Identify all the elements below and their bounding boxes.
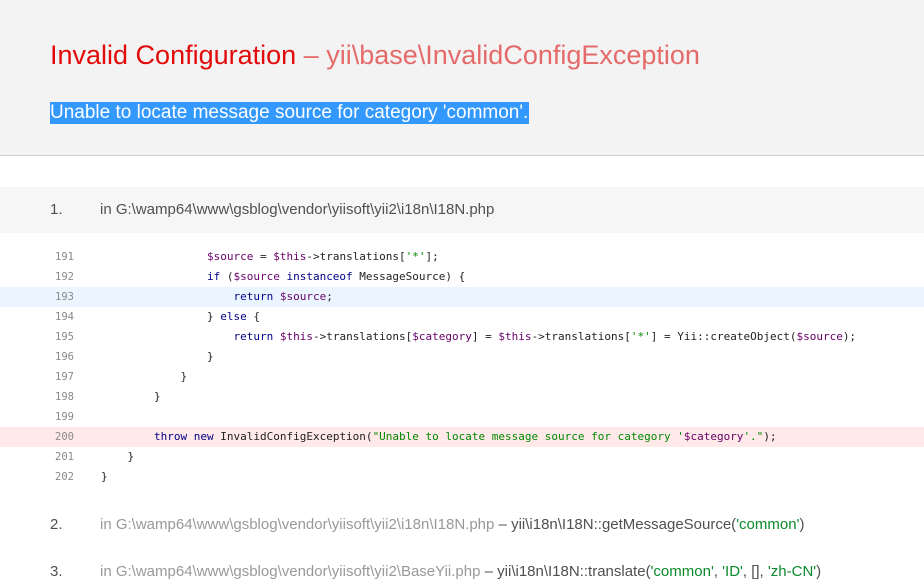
frame-number: 3. bbox=[50, 563, 63, 580]
line-number: 192 bbox=[55, 271, 74, 283]
line-number: 191 bbox=[55, 251, 74, 263]
line-source: } bbox=[101, 370, 188, 383]
frame-call: yii\i18n\I18N::getMessageSource( bbox=[511, 516, 737, 533]
frame-number: 2. bbox=[50, 516, 63, 533]
frame-call-close: ) bbox=[799, 516, 805, 533]
code-line: 199 bbox=[0, 407, 924, 427]
exception-class: yii\base\InvalidConfigException bbox=[326, 40, 700, 70]
line-number: 200 bbox=[55, 431, 74, 443]
line-source: } bbox=[101, 350, 214, 363]
error-message: Unable to locate message source for cate… bbox=[50, 102, 530, 124]
line-source: } else { bbox=[101, 310, 260, 323]
line-number: 196 bbox=[55, 351, 74, 363]
code-line-highlighted: 193 return $source; bbox=[0, 287, 924, 307]
code-line: 192 if ($source instanceof MessageSource… bbox=[0, 267, 924, 287]
frame-text: in G:\wamp64\www\gsblog\vendor\yiisoft\y… bbox=[100, 557, 821, 587]
call-stack-frame-1[interactable]: 1. in G:\wamp64\www\gsblog\vendor\yiisof… bbox=[0, 187, 924, 233]
error-header: Invalid Configuration – yii\base\Invalid… bbox=[0, 0, 924, 156]
frame-call: yii\i18n\I18N::translate( bbox=[497, 563, 651, 580]
code-line: 194 } else { bbox=[0, 307, 924, 327]
line-number: 194 bbox=[55, 311, 74, 323]
line-source: $source = $this->translations['*']; bbox=[206, 250, 439, 263]
frame-arg-separator: , [], bbox=[742, 563, 768, 580]
code-line-error: 200 throw new InvalidConfigException("Un… bbox=[0, 427, 924, 447]
code-line: 201 } bbox=[0, 447, 924, 467]
line-source: throw new InvalidConfigException("Unable… bbox=[153, 430, 777, 443]
line-number: 193 bbox=[55, 291, 74, 303]
code-snippet: 191 $source = $this->translations['*']; … bbox=[0, 247, 924, 491]
line-number: 201 bbox=[55, 451, 74, 463]
line-source: if ($source instanceof MessageSource) { bbox=[206, 270, 466, 283]
frame-text: in G:\wamp64\www\gsblog\vendor\yiisoft\y… bbox=[100, 510, 804, 540]
code-line: 197 } bbox=[0, 367, 924, 387]
frame-call-close: ) bbox=[816, 563, 822, 580]
line-number: 195 bbox=[55, 331, 74, 343]
frame-dash: – bbox=[484, 563, 493, 580]
frame-arg: 'zh-CN' bbox=[767, 563, 817, 580]
frame-number: 1. bbox=[50, 201, 63, 218]
code-line: 196 } bbox=[0, 347, 924, 367]
line-number: 202 bbox=[55, 471, 74, 483]
line-source: return $source; bbox=[233, 290, 333, 303]
frame-file-path: in G:\wamp64\www\gsblog\vendor\yiisoft\y… bbox=[100, 516, 495, 533]
line-number: 199 bbox=[55, 411, 74, 423]
title-separator: – bbox=[303, 40, 319, 70]
line-source: } bbox=[101, 470, 108, 483]
line-number: 197 bbox=[55, 371, 74, 383]
code-line: 195 return $this->translations[$category… bbox=[0, 327, 924, 347]
code-line: 191 $source = $this->translations['*']; bbox=[0, 247, 924, 267]
call-stack-frame-3[interactable]: 3. in G:\wamp64\www\gsblog\vendor\yiisof… bbox=[0, 557, 924, 587]
frame-arg: 'ID' bbox=[722, 563, 743, 580]
frame-arg: 'common' bbox=[650, 563, 714, 580]
line-source: } bbox=[101, 390, 161, 403]
line-source: return $this->translations[$category] = … bbox=[233, 330, 857, 343]
error-name: Invalid Configuration bbox=[50, 40, 297, 70]
frame-arg: 'common' bbox=[736, 516, 800, 533]
frame-arg-separator: , bbox=[713, 563, 723, 580]
frame-dash: – bbox=[498, 516, 507, 533]
code-line: 198 } bbox=[0, 387, 924, 407]
call-stack-frame-2[interactable]: 2. in G:\wamp64\www\gsblog\vendor\yiisof… bbox=[0, 510, 924, 540]
line-number: 198 bbox=[55, 391, 74, 403]
frame-file-path: in G:\wamp64\www\gsblog\vendor\yiisoft\y… bbox=[100, 563, 481, 580]
line-source: } bbox=[101, 450, 135, 463]
page-title: Invalid Configuration – yii\base\Invalid… bbox=[50, 38, 700, 72]
frame-file-path: in G:\wamp64\www\gsblog\vendor\yiisoft\y… bbox=[100, 201, 495, 218]
code-line: 202} bbox=[0, 467, 924, 487]
